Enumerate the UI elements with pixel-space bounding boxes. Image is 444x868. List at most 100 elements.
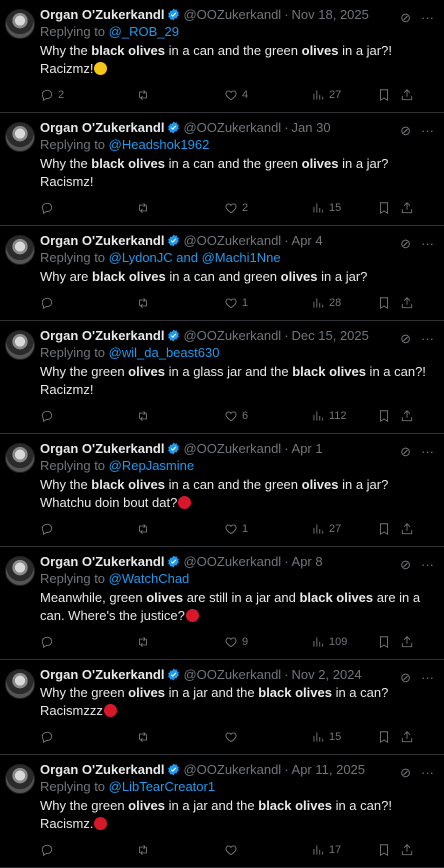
- views-button[interactable]: 112: [311, 409, 347, 423]
- author-name[interactable]: Organ O'Zukerkandl: [40, 667, 164, 682]
- views-button[interactable]: 109: [311, 635, 347, 649]
- retweet-button[interactable]: [136, 296, 154, 310]
- share-button[interactable]: [400, 522, 414, 536]
- author-name[interactable]: Organ O'Zukerkandl: [40, 120, 164, 135]
- tweet-date[interactable]: Apr 11, 2025: [292, 762, 365, 777]
- author-name[interactable]: Organ O'Zukerkandl: [40, 233, 164, 248]
- grok-icon[interactable]: ⊘: [400, 765, 411, 781]
- share-button[interactable]: [400, 730, 414, 744]
- mention-link[interactable]: @_ROB_29: [109, 24, 179, 39]
- grok-icon[interactable]: ⊘: [400, 236, 411, 252]
- like-button[interactable]: 1: [224, 296, 248, 310]
- more-options-icon[interactable]: ···: [421, 331, 434, 347]
- avatar[interactable]: [5, 122, 35, 152]
- share-button[interactable]: [400, 843, 414, 857]
- more-options-icon[interactable]: ···: [421, 444, 434, 460]
- author-name[interactable]: Organ O'Zukerkandl: [40, 328, 164, 343]
- reply-button[interactable]: [40, 730, 58, 744]
- tweet-item[interactable]: Organ O'Zukerkandl @OOZukerkandl · Apr 4…: [0, 231, 444, 321]
- more-options-icon[interactable]: ···: [421, 670, 434, 686]
- grok-icon[interactable]: ⊘: [400, 123, 411, 139]
- reply-button[interactable]: [40, 843, 58, 857]
- retweet-button[interactable]: [136, 635, 154, 649]
- tweet-date[interactable]: Jan 30: [292, 120, 331, 135]
- mention-link[interactable]: @WatchChad: [109, 571, 190, 586]
- tweet-date[interactable]: Apr 4: [292, 233, 323, 248]
- grok-icon[interactable]: ⊘: [400, 444, 411, 460]
- avatar[interactable]: [5, 669, 35, 699]
- tweet-date[interactable]: Dec 15, 2025: [292, 328, 369, 343]
- tweet-item[interactable]: Organ O'Zukerkandl @OOZukerkandl · Dec 1…: [0, 326, 444, 434]
- mention-link[interactable]: @LibTearCreator1: [109, 779, 215, 794]
- author-handle[interactable]: @OOZukerkandl: [183, 762, 281, 777]
- author-handle[interactable]: @OOZukerkandl: [183, 667, 281, 682]
- like-button[interactable]: 4: [224, 88, 248, 102]
- tweet-item[interactable]: Organ O'Zukerkandl @OOZukerkandl · Apr 1…: [0, 439, 444, 547]
- share-button[interactable]: [400, 88, 414, 102]
- retweet-button[interactable]: [136, 522, 154, 536]
- views-button[interactable]: 27: [311, 522, 341, 536]
- author-handle[interactable]: @OOZukerkandl: [183, 328, 281, 343]
- reply-button[interactable]: [40, 296, 58, 310]
- reply-button[interactable]: [40, 522, 58, 536]
- grok-icon[interactable]: ⊘: [400, 10, 411, 26]
- grok-icon[interactable]: ⊘: [400, 331, 411, 347]
- more-options-icon[interactable]: ···: [421, 765, 434, 781]
- views-button[interactable]: 15: [311, 201, 341, 215]
- avatar[interactable]: [5, 764, 35, 794]
- share-button[interactable]: [400, 635, 414, 649]
- like-button[interactable]: 6: [224, 409, 248, 423]
- author-handle[interactable]: @OOZukerkandl: [183, 7, 281, 22]
- bookmark-button[interactable]: [377, 635, 391, 649]
- mention-link[interactable]: @LydonJC: [109, 250, 173, 265]
- avatar[interactable]: [5, 235, 35, 265]
- bookmark-button[interactable]: [377, 730, 391, 744]
- share-button[interactable]: [400, 409, 414, 423]
- mention-link[interactable]: @RepJasmine: [109, 458, 194, 473]
- author-handle[interactable]: @OOZukerkandl: [183, 233, 281, 248]
- retweet-button[interactable]: [136, 201, 154, 215]
- author-name[interactable]: Organ O'Zukerkandl: [40, 554, 164, 569]
- author-name[interactable]: Organ O'Zukerkandl: [40, 762, 164, 777]
- bookmark-button[interactable]: [377, 201, 391, 215]
- retweet-button[interactable]: [136, 88, 154, 102]
- retweet-button[interactable]: [136, 409, 154, 423]
- views-button[interactable]: 28: [311, 296, 341, 310]
- mention-link[interactable]: @Headshok1962: [109, 137, 210, 152]
- tweet-date[interactable]: Nov 2, 2024: [292, 667, 362, 682]
- avatar[interactable]: [5, 330, 35, 360]
- tweet-item[interactable]: Organ O'Zukerkandl @OOZukerkandl · Nov 2…: [0, 665, 444, 755]
- retweet-button[interactable]: [136, 730, 154, 744]
- share-button[interactable]: [400, 296, 414, 310]
- reply-button[interactable]: [40, 201, 58, 215]
- tweet-item[interactable]: Organ O'Zukerkandl @OOZukerkandl · Apr 1…: [0, 760, 444, 868]
- like-button[interactable]: 1: [224, 522, 248, 536]
- bookmark-button[interactable]: [377, 409, 391, 423]
- mention-link[interactable]: @wil_da_beast630: [109, 345, 220, 360]
- avatar[interactable]: [5, 9, 35, 39]
- tweet-item[interactable]: Organ O'Zukerkandl @OOZukerkandl · Apr 8…: [0, 552, 444, 660]
- grok-icon[interactable]: ⊘: [400, 557, 411, 573]
- grok-icon[interactable]: ⊘: [400, 670, 411, 686]
- retweet-button[interactable]: [136, 843, 154, 857]
- author-name[interactable]: Organ O'Zukerkandl: [40, 441, 164, 456]
- more-options-icon[interactable]: ···: [421, 557, 434, 573]
- tweet-item[interactable]: Organ O'Zukerkandl @OOZukerkandl · Jan 3…: [0, 118, 444, 226]
- like-button[interactable]: [224, 730, 242, 744]
- bookmark-button[interactable]: [377, 88, 391, 102]
- reply-button[interactable]: [40, 635, 58, 649]
- reply-button[interactable]: 2: [40, 88, 64, 102]
- like-button[interactable]: [224, 843, 242, 857]
- share-button[interactable]: [400, 201, 414, 215]
- more-options-icon[interactable]: ···: [421, 123, 434, 139]
- bookmark-button[interactable]: [377, 296, 391, 310]
- more-options-icon[interactable]: ···: [421, 236, 434, 252]
- more-options-icon[interactable]: ···: [421, 10, 434, 26]
- tweet-date[interactable]: Nov 18, 2025: [292, 7, 369, 22]
- avatar[interactable]: [5, 556, 35, 586]
- tweet-date[interactable]: Apr 8: [292, 554, 323, 569]
- author-handle[interactable]: @OOZukerkandl: [183, 554, 281, 569]
- views-button[interactable]: 15: [311, 730, 341, 744]
- reply-button[interactable]: [40, 409, 58, 423]
- bookmark-button[interactable]: [377, 522, 391, 536]
